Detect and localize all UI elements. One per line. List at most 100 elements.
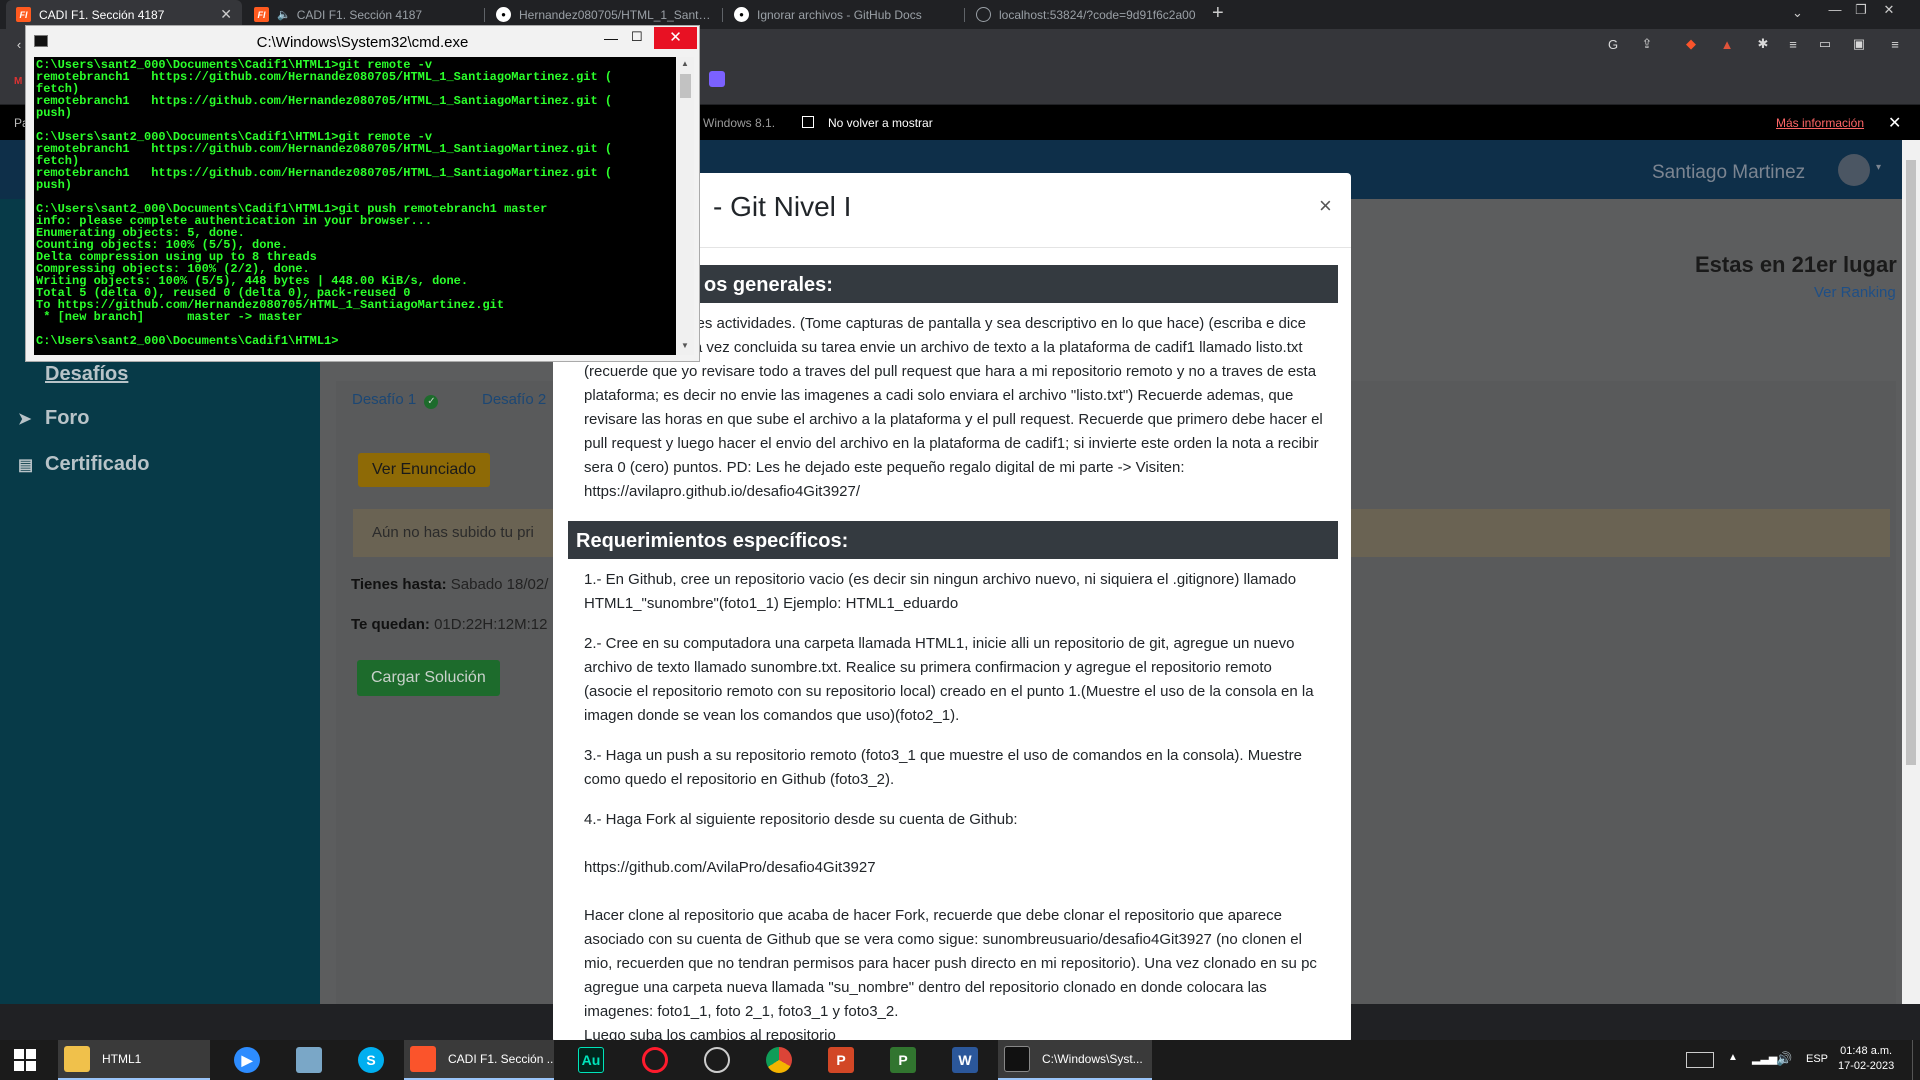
share-icon[interactable]: ⇪ [1638,35,1656,53]
cmd-scrollbar[interactable]: ▲ ▼ [677,57,694,355]
speaker-muted-icon[interactable]: 🔈 [277,8,291,21]
cmd-console[interactable]: C:\Users\sant2_000\Documents\Cadif1\HTML… [34,57,676,355]
taskbar-opera-gx[interactable] [698,1040,730,1080]
modal-close-icon[interactable]: × [1319,193,1332,219]
tab-title: CADI F1. Sección 4187 [296,7,423,22]
taskbar-brave[interactable]: CADI F1. Sección ... [404,1040,554,1080]
taskbar-cmd[interactable]: C:\Windows\Syst... [998,1040,1152,1080]
maximize-icon[interactable]: ☐ [631,29,643,45]
sidebar-icon[interactable]: ▭ [1816,35,1834,53]
network-icon[interactable]: ▂▃▅ [1752,1052,1777,1065]
taskbar: HTML1 ▶ S CADI F1. Sección ... Au P P W … [0,1040,1920,1080]
taskbar-powerpoint[interactable]: P [822,1040,854,1080]
google-icon[interactable]: G [1604,35,1622,53]
keyboard-icon[interactable] [1686,1052,1714,1068]
bookmark-app-icon[interactable] [709,71,725,87]
control-panel-icon [296,1047,322,1073]
cmd-output: C:\Users\sant2_000\Documents\Cadif1\HTML… [36,59,676,347]
close-icon[interactable]: ✕ [220,6,232,23]
avatar[interactable] [1838,154,1870,186]
notice-close-icon[interactable]: ✕ [1888,113,1901,133]
taskbar-opera[interactable] [636,1040,668,1080]
brave-icon [410,1046,436,1072]
check-circle-icon: ✓ [424,395,439,409]
minimize-icon[interactable]: — [1822,0,1848,20]
cmd-line: remotebranch1 https://github.com/Hernand… [36,166,613,180]
modal-title: - Git Nivel I [713,191,852,222]
fork-url[interactable]: https://github.com/AvilaPro/desafio4Git3… [584,856,1324,880]
taskbar-project[interactable]: P [884,1040,916,1080]
tab-desafio-1[interactable]: Desafío 1 ✓ [352,391,439,409]
sidebar-item-desafios[interactable]: Desafíos [18,363,128,386]
tab-github-docs[interactable]: ● Ignorar archivos - GitHub Docs [724,0,964,29]
brave-shield-icon[interactable]: ◆ [1682,35,1700,53]
view-statement-button[interactable]: Ver Enunciado [358,453,491,487]
playlist-icon[interactable]: ≡ [1784,35,1802,53]
opera-gx-icon [704,1047,730,1073]
dont-show-again-label: No volver a mostrar [828,116,933,130]
remaining-value: 01D:22H:12M:12 [434,616,548,633]
scrollbar-thumb[interactable] [680,74,691,98]
tab-label: Desafío 2 [482,391,547,408]
chevron-down-icon[interactable]: ▾ [1876,162,1881,173]
scrollbar-thumb[interactable] [1906,160,1916,765]
ranking-link[interactable]: Ver Ranking [1814,284,1896,301]
brave-rewards-icon[interactable]: ▲ [1718,35,1736,53]
taskbar-control-panel[interactable] [290,1040,322,1080]
tab-search-icon[interactable]: ⌄ [1792,5,1803,21]
globe-icon [976,7,991,22]
dont-show-again-checkbox[interactable] [802,116,814,128]
menu-icon[interactable]: ≡ [1886,35,1904,53]
cmd-line: push) [36,106,73,120]
project-icon: P [890,1047,916,1073]
scroll-down-icon[interactable]: ▼ [681,341,689,350]
scroll-up-icon[interactable]: ▲ [681,59,689,68]
taskbar-file-explorer[interactable]: HTML1 [58,1040,210,1080]
cmd-line: remotebranch1 https://github.com/Hernand… [36,94,613,108]
restore-icon[interactable]: ❐ [1848,0,1874,20]
tab-desafio-2[interactable]: Desafío 2 [482,391,546,408]
tab-title: CADI F1. Sección 4187 [39,7,165,22]
tab-separator [964,8,965,22]
close-icon[interactable]: ✕ [654,27,697,49]
sidebar-item-certificado[interactable]: ▤ Certificado [18,453,149,476]
upload-solution-button[interactable]: Cargar Solución [357,660,500,696]
cmd-icon [1004,1046,1030,1072]
taskbar-chrome[interactable] [760,1040,792,1080]
start-button[interactable] [8,1040,44,1080]
language-indicator[interactable]: ESP [1806,1053,1828,1065]
taskbar-word[interactable]: W [946,1040,978,1080]
alert-text: Aún no has subido tu pri [372,524,534,541]
zoom-icon: ▶ [234,1047,260,1073]
tab-label: Desafío 1 [352,391,417,408]
page-scrollbar[interactable] [1902,140,1920,1004]
cmd-line: push) [36,178,73,192]
sidebar-item-label: Foro [45,407,90,429]
minimize-icon[interactable]: — [604,30,618,46]
cmd-window: C:\Windows\System32\cmd.exe — ☐ ✕ C:\Use… [25,25,700,362]
user-name[interactable]: Santiago Martinez [1652,162,1805,184]
wallet-icon[interactable]: ▣ [1850,35,1868,53]
volume-icon[interactable]: 🔊 [1776,1051,1792,1067]
taskbar-zoom[interactable]: ▶ [228,1040,260,1080]
new-tab-button[interactable]: + [1212,3,1224,23]
taskbar-audition[interactable]: Au [572,1040,604,1080]
step-1: 1.- En Github, cree un repositorio vacio… [584,571,1297,612]
close-window-icon[interactable]: ✕ [1876,0,1902,20]
tray-chevron-icon[interactable]: ▲ [1728,1052,1738,1063]
clock[interactable]: 01:48 a.m. 17-02-2023 [1838,1044,1894,1074]
rank-title: Estas en 21er lugar [1695,252,1897,277]
more-info-link[interactable]: Más información [1776,116,1864,130]
extensions-icon[interactable]: ✱ [1754,35,1772,53]
show-desktop-button[interactable] [1912,1040,1920,1080]
audition-icon: Au [578,1047,604,1073]
cmd-line: remotebranch1 https://github.com/Hernand… [36,142,613,156]
cmd-line: C:\Users\sant2_000\Documents\Cadif1\HTML… [36,334,339,348]
remaining-line: Te quedan: 01D:22H:12M:12 [351,616,547,633]
taskbar-skype[interactable]: S [352,1040,384,1080]
cmd-titlebar[interactable]: C:\Windows\System32\cmd.exe — ☐ ✕ [26,26,699,57]
sidebar-item-foro[interactable]: ➤ Foro [18,407,89,430]
tab-localhost[interactable]: localhost:53824/?code=9d91f6c2a00 [966,0,1206,29]
certificate-icon: ▤ [18,456,34,474]
remaining-label: Te quedan: [351,616,430,633]
